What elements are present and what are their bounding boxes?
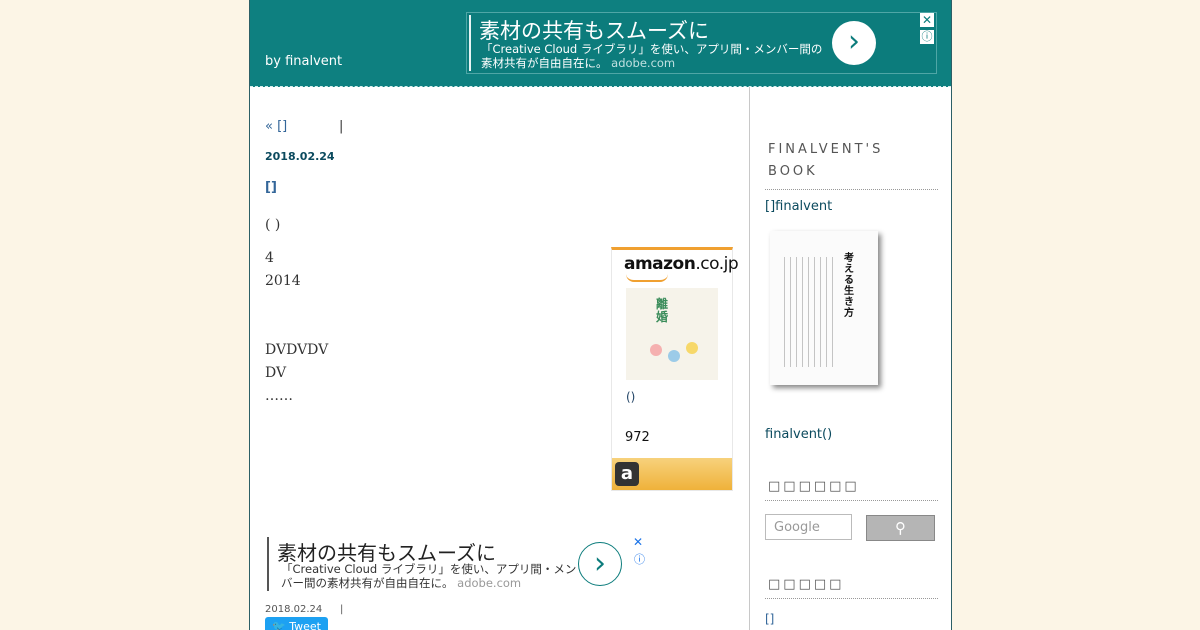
amazon-widget-footer[interactable]: a [612, 458, 732, 490]
post-date: 2018.02.24 [265, 150, 335, 163]
post-navigation: « [] | [265, 119, 343, 134]
post-paragraph [265, 293, 585, 339]
product-title-link[interactable]: () [626, 390, 635, 404]
prev-post-link[interactable]: « [] [265, 119, 287, 134]
main-column: « [] | 2018.02.24 [] ( ) 4 2014 DVDVDV D… [250, 87, 750, 630]
tweet-label: Tweet [289, 620, 321, 630]
amazon-smile-icon [626, 274, 668, 282]
text-column [826, 257, 827, 367]
post-paragraph: 4 [265, 250, 274, 266]
product-price: 972 [625, 430, 650, 445]
info-icon[interactable]: ⓘ [634, 551, 645, 567]
ad-description[interactable]: 「Creative Cloud ライブラリ」を使い、アプリ間・メンバー間の素材共… [281, 562, 577, 590]
close-icon[interactable]: ✕ [920, 13, 934, 27]
child-figure-icon [668, 350, 680, 362]
page-container: by finalvent 素材の共有もスムーズに 「Creative Cloud… [249, 0, 952, 630]
twitter-bird-icon: 🐦 [272, 620, 290, 630]
info-icon[interactable]: ⓘ [920, 30, 934, 44]
text-column [784, 257, 785, 367]
post-footer-date[interactable]: 2018.02.24 [265, 604, 322, 615]
search-input[interactable]: Google [765, 514, 852, 540]
recent-post-link[interactable]: [] [765, 612, 774, 626]
book-cover-title: 考える生き方 [844, 253, 854, 319]
ad-title[interactable]: 素材の共有もスムーズに [479, 15, 709, 45]
text-column [820, 257, 821, 367]
post-paragraph: DV [265, 365, 287, 381]
nav-separator: | [339, 119, 344, 134]
sidebar: FINALVENT'S BOOK []finalvent 考える生き方 fina… [750, 87, 951, 630]
ad-accent-bar [267, 537, 269, 591]
product-cover-image[interactable]: 離婚 [626, 288, 718, 380]
tweet-button[interactable]: 🐦 Tweet [265, 617, 328, 630]
book-link[interactable]: []finalvent [765, 199, 832, 214]
text-column [808, 257, 809, 367]
post-paragraph: …… [265, 388, 293, 404]
close-icon[interactable]: ✕ [633, 535, 643, 549]
amazon-product-widget[interactable]: amazon.co.jp 離婚 () 972 a [611, 247, 739, 491]
ad-domain: adobe.com [611, 56, 676, 70]
author-link[interactable]: finalvent() [765, 427, 832, 442]
sidebar-heading-search: □□□□□□ [765, 479, 938, 501]
chevron-right-icon[interactable]: › [832, 21, 876, 65]
inline-ad-banner[interactable]: 素材の共有もスムーズに 「Creative Cloud ライブラリ」を使い、アプ… [267, 535, 657, 595]
text-column [796, 257, 797, 367]
blog-byline[interactable]: by finalvent [265, 54, 342, 69]
sidebar-heading-recent: □□□□□ [765, 577, 938, 599]
chevron-right-icon[interactable]: › [578, 542, 622, 586]
post-body: ( ) 4 2014 DVDVDV DV …… [265, 214, 585, 408]
text-column [802, 257, 803, 367]
post-paragraph: ( ) [265, 217, 281, 233]
blog-header: by finalvent 素材の共有もスムーズに 「Creative Cloud… [250, 0, 951, 87]
ad-description[interactable]: 「Creative Cloud ライブラリ」を使い、アプリ間・メンバー間の素材共… [481, 42, 826, 70]
header-ad-banner[interactable]: 素材の共有もスムーズに 「Creative Cloud ライブラリ」を使い、アプ… [466, 12, 937, 74]
ad-domain: adobe.com [457, 576, 522, 590]
search-button[interactable]: ⚲ [866, 515, 935, 541]
ad-description-text: 「Creative Cloud ライブラリ」を使い、アプリ間・メンバー間の素材共… [281, 562, 577, 590]
text-column [832, 257, 833, 367]
post-title[interactable]: [] [265, 180, 277, 195]
post-paragraph: 2014 [265, 273, 301, 289]
amazon-logo: amazon.co.jp [624, 254, 739, 274]
amazon-a-icon: a [615, 462, 639, 486]
cover-title: 離婚 [656, 297, 669, 324]
book-cover-image[interactable]: 考える生き方 [770, 231, 878, 385]
post-footer-separator: | [340, 604, 344, 615]
text-column [814, 257, 815, 367]
search-icon: ⚲ [895, 519, 906, 537]
sidebar-heading-book: FINALVENT'S BOOK [765, 139, 938, 190]
child-figure-icon [650, 344, 662, 356]
text-column [790, 257, 791, 367]
child-figure-icon [686, 342, 698, 354]
post-paragraph: DVDVDV [265, 342, 329, 358]
ad-accent-bar [469, 15, 471, 71]
